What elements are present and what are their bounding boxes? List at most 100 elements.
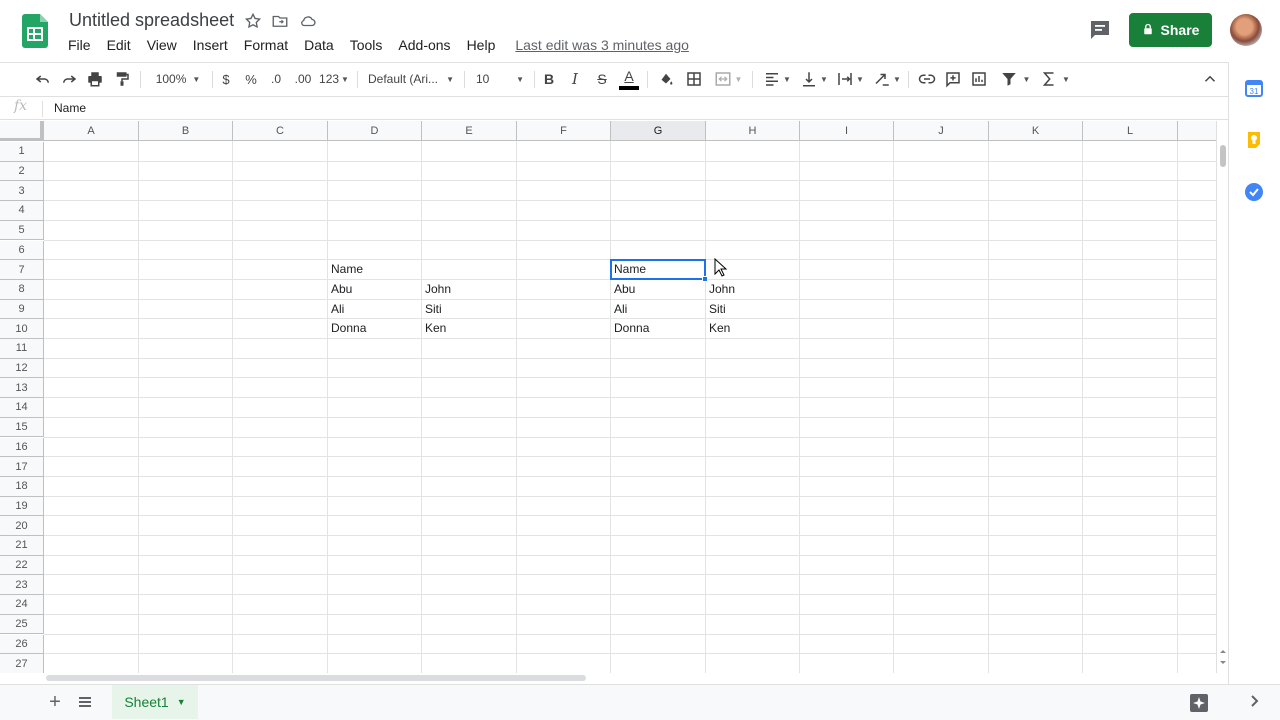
column-header-k[interactable]: K [989, 121, 1083, 141]
cell-e8[interactable]: John [422, 280, 517, 299]
text-wrapping-icon[interactable]: ▼ [834, 69, 866, 89]
undo-icon[interactable] [33, 69, 53, 89]
cell-d7[interactable]: Name [328, 260, 422, 279]
last-edit-link[interactable]: Last edit was 3 minutes ago [507, 35, 697, 55]
row-header-11[interactable]: 11 [0, 339, 44, 359]
menu-format[interactable]: Format [236, 35, 296, 55]
column-header-b[interactable]: B [139, 121, 233, 141]
column-header-a[interactable]: A [44, 121, 139, 141]
bold-button[interactable]: B [541, 69, 557, 89]
menu-add-ons[interactable]: Add-ons [390, 35, 458, 55]
cell-g8[interactable]: Abu [611, 280, 706, 299]
redo-icon[interactable] [59, 69, 79, 89]
row-header-22[interactable]: 22 [0, 555, 44, 576]
row-header-9[interactable]: 9 [0, 299, 44, 320]
row-header-12[interactable]: 12 [0, 358, 44, 379]
column-header-l[interactable]: L [1083, 121, 1178, 141]
star-icon[interactable] [244, 12, 262, 30]
row-header-1[interactable]: 1 [0, 142, 44, 162]
cell-d10[interactable]: Donna [328, 319, 422, 338]
row-header-19[interactable]: 19 [0, 496, 44, 517]
currency-format-button[interactable]: $ [218, 69, 234, 89]
collapse-menus-icon[interactable] [1200, 69, 1220, 89]
document-title[interactable]: Untitled spreadsheet [69, 10, 234, 31]
text-rotation-icon[interactable]: ▼ [872, 69, 902, 89]
menu-tools[interactable]: Tools [342, 35, 391, 55]
calendar-icon[interactable]: 31 [1244, 78, 1264, 98]
font-size-select[interactable]: 10 ▼ [472, 69, 528, 89]
keep-icon[interactable] [1244, 130, 1264, 150]
zoom-select[interactable]: 100% ▼ [150, 69, 206, 89]
row-header-25[interactable]: 25 [0, 614, 44, 635]
column-header-d[interactable]: D [328, 121, 422, 141]
menu-help[interactable]: Help [459, 35, 504, 55]
menu-edit[interactable]: Edit [99, 35, 139, 55]
cell-g7[interactable]: Name [611, 260, 706, 279]
spreadsheet-grid[interactable]: A B C D E F G H I J K L 1 2 3 4 5 6 7 8 9 10 11 12 13 14 15 16 17 18 1… [0, 121, 1216, 673]
column-header-e[interactable]: E [422, 121, 517, 141]
column-header-f[interactable]: F [517, 121, 611, 141]
strikethrough-button[interactable]: S [594, 69, 610, 89]
row-header-23[interactable]: 23 [0, 575, 44, 596]
comment-history-icon[interactable] [1088, 18, 1112, 42]
borders-icon[interactable] [684, 69, 704, 89]
menu-view[interactable]: View [139, 35, 185, 55]
row-header-16[interactable]: 16 [0, 437, 44, 458]
fill-handle[interactable] [702, 275, 708, 282]
cell-h10[interactable]: Ken [706, 319, 800, 338]
row-header-15[interactable]: 15 [0, 417, 44, 438]
column-header-g[interactable]: G [611, 121, 706, 141]
more-formats-select[interactable]: 123 ▼ [318, 69, 350, 89]
row-header-13[interactable]: 13 [0, 378, 44, 399]
row-header-7[interactable]: 7 [0, 260, 44, 280]
account-avatar[interactable] [1230, 14, 1262, 46]
explore-icon[interactable] [1188, 692, 1210, 714]
row-header-24[interactable]: 24 [0, 595, 44, 615]
cell-h9[interactable]: Siti [706, 300, 800, 319]
cell-e9[interactable]: Siti [422, 300, 517, 319]
tasks-icon[interactable] [1244, 182, 1264, 202]
sheets-logo-icon[interactable] [22, 14, 48, 48]
column-header-h[interactable]: H [706, 121, 800, 141]
select-all-corner[interactable] [0, 121, 44, 141]
italic-button[interactable]: I [567, 69, 583, 89]
horizontal-align-icon[interactable]: ▼ [762, 69, 792, 89]
sheet-tab[interactable]: Sheet1 ▼ [112, 685, 198, 719]
add-sheet-button[interactable]: + [44, 691, 66, 713]
cell-h8[interactable]: John [706, 280, 800, 299]
row-header-3[interactable]: 3 [0, 181, 44, 202]
cell-d8[interactable]: Abu [328, 280, 422, 299]
chevron-down-icon[interactable]: ▼ [177, 697, 186, 707]
decrease-decimal-button[interactable]: .0 [266, 69, 286, 89]
text-color-button[interactable]: A [619, 67, 639, 91]
menu-file[interactable]: File [60, 35, 99, 55]
all-sheets-icon[interactable] [74, 691, 96, 713]
filter-icon[interactable]: ▼ [997, 69, 1033, 89]
paint-format-icon[interactable] [112, 69, 132, 89]
cell-g9[interactable]: Ali [611, 300, 706, 319]
column-header-c[interactable]: C [233, 121, 328, 141]
move-folder-icon[interactable] [271, 12, 289, 30]
insert-comment-icon[interactable] [943, 69, 963, 89]
cell-d9[interactable]: Ali [328, 300, 422, 319]
vertical-scrollbar[interactable] [1216, 121, 1228, 673]
cloud-status-icon[interactable] [299, 12, 317, 30]
row-header-20[interactable]: 20 [0, 516, 44, 536]
vertical-align-icon[interactable]: ▼ [799, 69, 829, 89]
horizontal-scrollbar[interactable] [44, 673, 1216, 683]
row-header-26[interactable]: 26 [0, 634, 44, 655]
row-header-4[interactable]: 4 [0, 201, 44, 221]
row-header-10[interactable]: 10 [0, 319, 44, 339]
formula-input[interactable]: Name [54, 101, 86, 115]
row-header-8[interactable]: 8 [0, 279, 44, 300]
percent-format-button[interactable]: % [243, 69, 259, 89]
row-header-17[interactable]: 17 [0, 457, 44, 477]
increase-decimal-button[interactable]: .00 [291, 69, 315, 89]
merge-cells-icon[interactable]: ▼ [712, 69, 744, 89]
row-header-5[interactable]: 5 [0, 220, 44, 241]
row-header-14[interactable]: 14 [0, 398, 44, 418]
column-header-i[interactable]: I [800, 121, 894, 141]
column-header-j[interactable]: J [894, 121, 989, 141]
vertical-scroll-thumb[interactable] [1220, 145, 1226, 167]
scroll-arrows-icon[interactable] [1219, 647, 1227, 667]
